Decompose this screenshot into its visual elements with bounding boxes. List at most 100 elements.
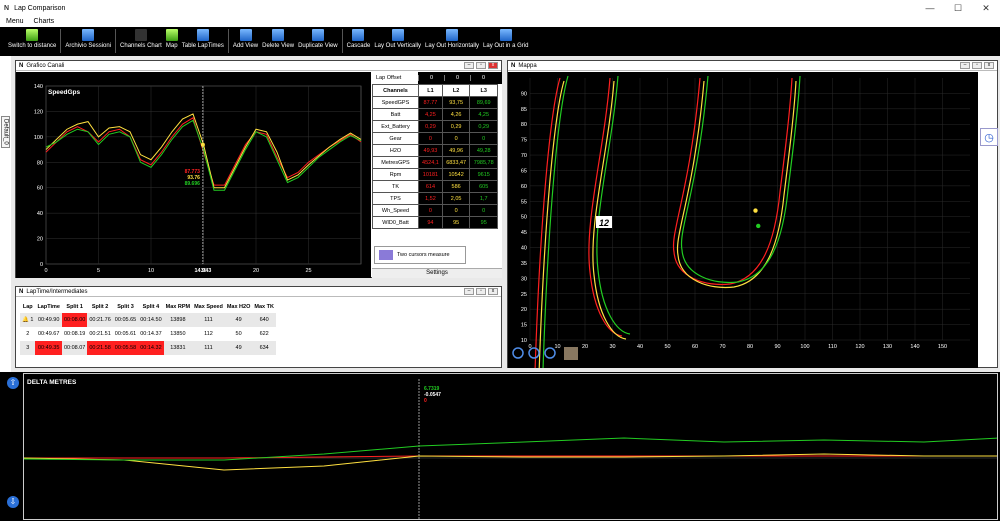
two-cursors-icon	[379, 250, 393, 260]
zoom-fit-icon[interactable]	[544, 347, 556, 359]
toolbar-label: Table LapTimes	[181, 43, 224, 49]
lap-cell: 00:14.32	[138, 341, 164, 355]
lap-offset-input[interactable]: 0	[444, 75, 470, 81]
lap-offset-input[interactable]: 0	[418, 75, 444, 81]
lap-offset-input[interactable]: 0	[470, 75, 496, 81]
satellite-thumb-icon[interactable]	[564, 347, 578, 360]
toolbar-label: Switch to distance	[8, 43, 57, 49]
delta-chart[interactable]: DELTA METRES6.7319-0.05470	[23, 373, 998, 520]
toolbar-button-lay-out-horizontally[interactable]: Lay Out Horizontally	[423, 27, 481, 56]
table-row[interactable]: 🔔 1 00:49.90 00:08.00 00:21.76 00:05.65 00:14…	[20, 313, 276, 327]
channel-name: Gear	[372, 132, 419, 145]
grafico-canali-panel: N Grafico Canali – ▫ x 0 20 40 60 80 100 120 14…	[15, 60, 502, 278]
laptime-panel: N LapTime/Intermediates – ▫ x Lap LapTime…	[15, 286, 502, 368]
channel-value: 49,28	[469, 144, 498, 157]
scroll-down-icon[interactable]: ⇩	[7, 496, 19, 508]
toolbar-button-lay-out-in-a-grid[interactable]: Lay Out in a Grid	[481, 27, 530, 56]
table-row[interactable]: 2 00:49.67 00:08.19 00:21.51 00:05.61 00:14.3…	[20, 327, 276, 341]
panel-title: Grafico Canali	[26, 62, 65, 69]
channel-name: TK	[372, 180, 419, 193]
delta-panel: ⇧ ⇩ DELTA METRES 6.7319 -0.0547 0	[0, 372, 1000, 521]
channel-value: 49,96	[441, 144, 471, 157]
maximize-button[interactable]: ☐	[944, 0, 972, 16]
toolbar-button-channels-chart[interactable]: Channels Chart	[118, 27, 164, 56]
zoom-in-icon[interactable]	[512, 347, 524, 359]
lap-offset-row: Lap Offset 0 0 0	[372, 72, 502, 84]
channel-name: Batt	[372, 108, 419, 121]
map-icon	[165, 29, 178, 41]
column-header: Max Speed	[194, 304, 223, 310]
toolbar-label: Archivio Sessioni	[65, 43, 112, 49]
zoom-out-icon[interactable]	[528, 347, 540, 359]
view-tab-default[interactable]: Default_0	[1, 116, 10, 148]
toolbar-button-map[interactable]: Map	[164, 27, 180, 56]
panel-close-button[interactable]: x	[488, 288, 498, 295]
table-row[interactable]: 3 00:49.35 00:08.07 00:21.58 00:05.58 00:14.3…	[20, 341, 276, 355]
toolbar-label: Lay Out in a Grid	[483, 43, 529, 49]
toolbar-button-delete-view[interactable]: Delete View	[260, 27, 296, 56]
close-button[interactable]: ✕	[972, 0, 1000, 16]
table-row: Batt 4,25 4,26 4,25	[372, 108, 498, 121]
toolbar: Switch to distance Archivio Sessioni Chann…	[0, 27, 1000, 56]
cascade-icon	[352, 29, 365, 41]
toolbar-button-archivio-sessioni[interactable]: Archivio Sessioni	[63, 27, 113, 56]
column-header: LapTime	[37, 304, 60, 310]
toolbar-button-table-laptimes[interactable]: Table LapTimes	[180, 27, 226, 56]
channel-value: 10542	[441, 168, 471, 181]
minimize-button[interactable]: —	[916, 0, 944, 16]
channel-value: 0	[441, 132, 471, 145]
map-chart[interactable]: 10152025303540455055606570758085900 10 20 3…	[508, 72, 978, 368]
lap-cell: 00:05.65	[114, 317, 137, 323]
toolbar-button-lay-out-vertically[interactable]: Lay Out Vertically	[372, 27, 423, 56]
scroll-up-icon[interactable]: ⇧	[7, 377, 19, 389]
cursor-mode-box[interactable]: Two cursors measure	[374, 246, 466, 264]
speed-chart[interactable]: 0204060801001201400 5 10 15 20 25SpeedGps14.9…	[16, 72, 371, 278]
menu-item-charts[interactable]: Charts	[34, 18, 55, 25]
channel-name: H2O	[372, 144, 419, 157]
panel-restore-button[interactable]: ▫	[476, 62, 486, 69]
y-tick-label: 25	[521, 292, 527, 298]
lap-cell: 00:49.67	[37, 331, 60, 337]
panel-close-button[interactable]: x	[984, 62, 994, 69]
toolbar-button-switch-to-distance[interactable]: Switch to distance	[6, 27, 58, 56]
y-tick-label: 50	[521, 215, 527, 221]
toolbar-separator	[115, 29, 117, 53]
column-header: Lap	[22, 304, 33, 310]
toolbar-label: Lay Out Vertically	[374, 43, 422, 49]
cursor-marker	[756, 223, 761, 229]
panel-restore-button[interactable]: ▫	[972, 62, 982, 69]
channel-value: 4,25	[418, 108, 443, 121]
menu-item-menu[interactable]: Menu	[6, 18, 24, 25]
clock-icon[interactable]: ◷	[980, 128, 998, 146]
channel-value: 6833,47	[441, 156, 471, 169]
settings-button[interactable]: Settings	[372, 268, 502, 278]
x-tick-label: 100	[800, 344, 809, 350]
table-row: WID0_Batt 94 95 95	[372, 216, 498, 229]
channel-value: 1,7	[469, 192, 498, 205]
toolbar-button-cascade[interactable]: Cascade	[345, 27, 373, 56]
channel-value: 7985,78	[469, 156, 498, 169]
ruler-triangle-icon	[26, 29, 39, 41]
panel-minimize-button[interactable]: –	[464, 288, 474, 295]
column-header: Split 4	[142, 304, 160, 310]
lap-cell: 00:49.35	[35, 341, 62, 355]
panel-minimize-button[interactable]: –	[464, 62, 474, 69]
toolbar-button-add-view[interactable]: Add View	[231, 27, 260, 56]
toolbar-button-duplicate-view[interactable]: Duplicate View	[296, 27, 340, 56]
layout-vertical-icon	[391, 29, 404, 41]
panel-restore-button[interactable]: ▫	[476, 288, 486, 295]
lap-cell: 112	[204, 331, 213, 337]
channel-value: 1,52	[418, 192, 443, 205]
channel-value: 9615	[469, 168, 498, 181]
x-tick-label: 25	[305, 268, 311, 274]
panel-title: Mappa	[518, 62, 537, 69]
table-header-row: Lap LapTime Split 1 Split 2 Split 3 Split 4 Ma…	[20, 301, 276, 313]
y-tick-label: 70	[521, 153, 527, 159]
y-tick-label: 15	[521, 323, 527, 329]
panel-close-button[interactable]: x	[488, 62, 498, 69]
y-tick-label: 65	[521, 168, 527, 174]
panel-minimize-button[interactable]: –	[960, 62, 970, 69]
lap-cell: 640	[259, 317, 269, 323]
channels-table: Channels L1 L2 L3 SpeedGPS 87.77 93,75 89,69 Bat…	[372, 84, 498, 229]
channel-value: 87.77	[418, 96, 443, 109]
